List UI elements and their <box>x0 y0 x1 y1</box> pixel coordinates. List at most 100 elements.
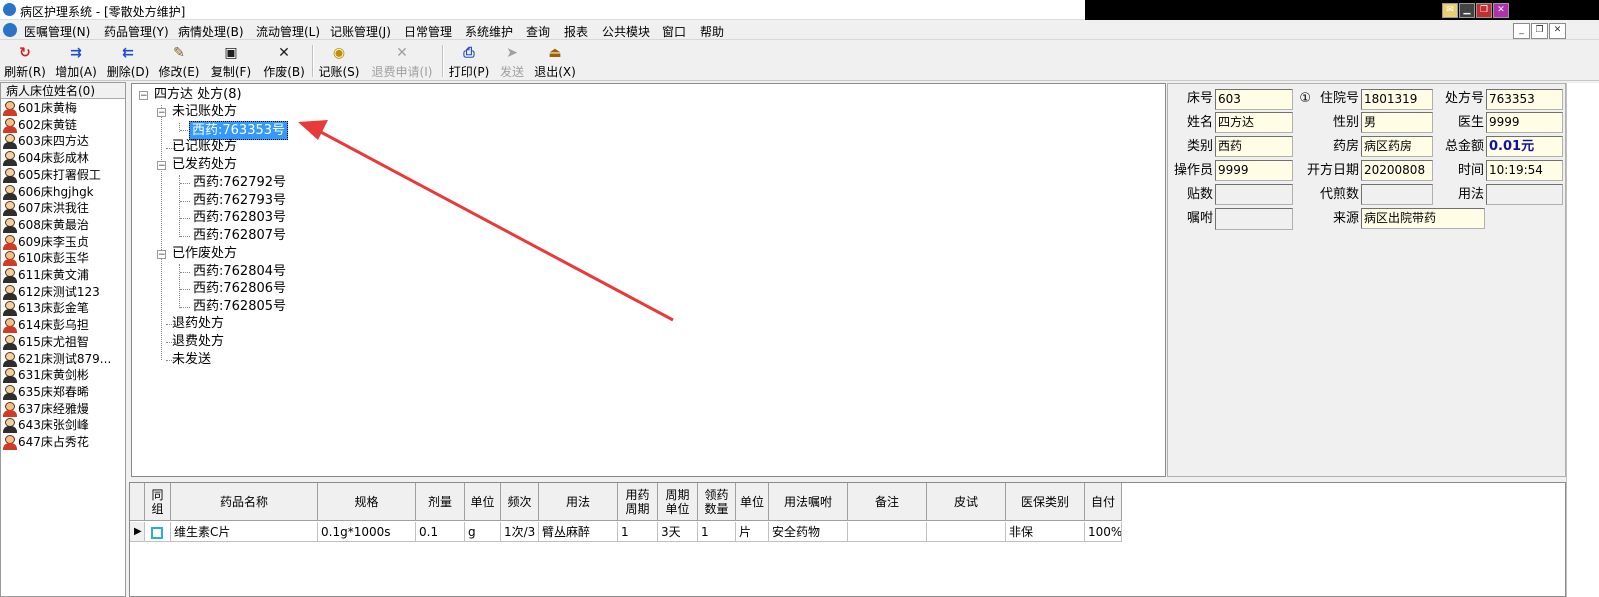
patient-list-item[interactable]: 606床hgjhgk <box>3 184 94 201</box>
menu-condition[interactable]: 病情处理(B) <box>178 23 244 40</box>
patient-list-item[interactable]: 603床四方达 <box>3 133 89 150</box>
cell-remark[interactable] <box>848 522 927 542</box>
menu-daily[interactable]: 日常管理 <box>404 23 452 40</box>
menu-window[interactable]: 窗口 <box>662 23 686 40</box>
restore-button[interactable]: ❐ <box>1476 3 1492 18</box>
col-header-usage[interactable]: 用法 <box>539 483 618 521</box>
mdi-restore-button[interactable]: ❐ <box>1531 23 1548 39</box>
patient-list-item[interactable]: 621床测试879... <box>3 351 111 368</box>
cell-spec[interactable]: 0.1g*1000s <box>318 522 416 542</box>
menu-help[interactable]: 帮助 <box>700 23 724 40</box>
cell-unit[interactable]: g <box>465 522 501 542</box>
note-field[interactable] <box>1215 208 1293 230</box>
col-header-self-pay[interactable]: 自付 <box>1085 483 1122 521</box>
cell-period-unit[interactable]: 3天 <box>658 522 698 542</box>
dose-field[interactable] <box>1215 184 1293 205</box>
group-checkbox[interactable] <box>145 522 171 542</box>
mdi-close-button[interactable]: ✕ <box>1549 23 1566 39</box>
menu-orders[interactable]: 医嘱管理(N) <box>24 23 90 40</box>
menu-query[interactable]: 查询 <box>526 23 550 40</box>
mail-icon[interactable]: ✉ <box>1442 3 1458 18</box>
admit-field[interactable]: 1801319 <box>1361 89 1433 110</box>
modify-button[interactable]: ✎ 修改(E) <box>157 43 201 79</box>
patient-list-item[interactable]: 643床张剑峰 <box>3 417 89 434</box>
patient-list-item[interactable]: 602床黄链 <box>3 117 77 134</box>
col-header-spec[interactable]: 规格 <box>318 483 416 521</box>
patient-list-item[interactable]: 601床黄梅 <box>3 100 77 117</box>
doctor-field[interactable]: 9999 <box>1486 112 1563 133</box>
menu-billing[interactable]: 记账管理(J) <box>330 23 391 40</box>
patient-list-item[interactable]: 609床李玉贞 <box>3 234 89 251</box>
refresh-button[interactable]: ↻ 刷新(R) <box>3 43 47 79</box>
cell-dose[interactable]: 0.1 <box>416 522 465 542</box>
gender-field[interactable]: 男 <box>1361 112 1433 133</box>
rx-field[interactable]: 763353 <box>1486 89 1563 110</box>
menu-report[interactable]: 报表 <box>564 23 588 40</box>
minimize-button[interactable]: ▁ <box>1459 3 1475 18</box>
col-header-period-unit[interactable]: 周期 单位 <box>658 483 698 521</box>
menu-drugs[interactable]: 药品管理(Y) <box>104 23 169 40</box>
source-field[interactable]: 病区出院带药 <box>1361 208 1485 229</box>
patient-list-item[interactable]: 611床黄文浦 <box>3 267 89 284</box>
mdi-minimize-button[interactable]: _ <box>1513 23 1530 39</box>
print-button[interactable]: ⎙ 打印(P) <box>447 43 491 79</box>
date-field[interactable]: 20200808 <box>1361 160 1433 181</box>
usage-field[interactable] <box>1486 184 1563 205</box>
menu-public[interactable]: 公共模块 <box>602 23 650 40</box>
patient-list-item[interactable]: 610床彭玉华 <box>3 250 89 267</box>
col-header-qty[interactable]: 领药 数量 <box>698 483 736 521</box>
cell-skin-test[interactable] <box>927 522 1006 542</box>
cell-period[interactable]: 1 <box>618 522 658 542</box>
patient-list-item[interactable]: 612床测试123 <box>3 284 100 301</box>
cell-qty[interactable]: 1 <box>698 522 736 542</box>
patient-list-item[interactable]: 605床打署假工 <box>3 167 101 184</box>
copy-button[interactable]: ▣ 复制(F) <box>209 43 253 79</box>
delete-button[interactable]: ⇇ 删除(D) <box>105 43 151 79</box>
patient-list-item[interactable]: 604床彭成林 <box>3 150 89 167</box>
menu-system[interactable]: 系统维护 <box>465 23 513 40</box>
patient-list-item[interactable]: 631床黄剑彬 <box>3 367 89 384</box>
patient-list-item[interactable]: 647床占秀花 <box>3 434 89 451</box>
app-menu-icon[interactable] <box>3 23 17 37</box>
cell-insurance[interactable]: 非保 <box>1006 522 1085 542</box>
col-header-drug-name[interactable]: 药品名称 <box>171 483 318 521</box>
col-header-group[interactable]: 同组 <box>145 483 171 521</box>
col-header-unit2[interactable]: 单位 <box>736 483 769 521</box>
checkbox-icon[interactable] <box>151 526 163 539</box>
cell-unit2[interactable]: 片 <box>736 522 769 542</box>
cell-self-pay[interactable]: 100% <box>1085 522 1122 542</box>
patient-list-item[interactable]: 607床洪我往 <box>3 200 89 217</box>
bill-button[interactable]: ◉ 记账(S) <box>316 43 362 79</box>
patient-list-header[interactable]: 病人床位姓名(0) <box>1 83 125 99</box>
patient-list-item[interactable]: 635床郑春晞 <box>3 384 89 401</box>
col-header-dose[interactable]: 剂量 <box>416 483 465 521</box>
col-header-skin-test[interactable]: 皮试 <box>927 483 1006 521</box>
cell-frequency[interactable]: 1次/3 <box>501 522 539 542</box>
patient-list-item[interactable]: 613床彭金笔 <box>3 300 89 317</box>
patient-list-item[interactable]: 615床尤祖智 <box>3 334 89 351</box>
exit-button[interactable]: ⏏ 退出(X) <box>532 43 578 79</box>
cell-usage-note[interactable]: 安全药物 <box>769 522 848 542</box>
total-field[interactable]: 0.01元 <box>1486 136 1563 157</box>
cell-drug-name[interactable]: 维生素C片 <box>171 522 318 542</box>
send-button[interactable]: ➤ 发送 <box>497 43 527 79</box>
time-field[interactable]: 10:19:54 <box>1486 160 1563 181</box>
menu-flow[interactable]: 流动管理(L) <box>256 23 320 40</box>
operator-field[interactable]: 9999 <box>1215 160 1293 181</box>
patient-list-item[interactable]: 637床经雅熳 <box>3 401 89 418</box>
refund-request-button[interactable]: ✕ 退费申请(I) <box>368 43 436 79</box>
patient-list-item[interactable]: 608床黄最治 <box>3 217 89 234</box>
col-header-remark[interactable]: 备注 <box>848 483 927 521</box>
void-button[interactable]: ✕ 作废(B) <box>261 43 307 79</box>
col-header-period[interactable]: 用药 周期 <box>618 483 658 521</box>
col-header-insurance[interactable]: 医保类别 <box>1006 483 1085 521</box>
cell-usage[interactable]: 臂丛麻醉 <box>539 522 618 542</box>
close-icon[interactable]: ✕ <box>1493 3 1509 18</box>
patient-list-item[interactable]: 614床彭乌担 <box>3 317 89 334</box>
name-field[interactable]: 四方达 <box>1215 112 1293 133</box>
col-header-frequency[interactable]: 频次 <box>501 483 539 521</box>
pharmacy-field[interactable]: 病区药房 <box>1361 136 1433 157</box>
add-button[interactable]: ⇉ 增加(A) <box>53 43 99 79</box>
col-header-usage-note[interactable]: 用法嘱咐 <box>769 483 848 521</box>
type-field[interactable]: 西药 <box>1215 136 1293 157</box>
